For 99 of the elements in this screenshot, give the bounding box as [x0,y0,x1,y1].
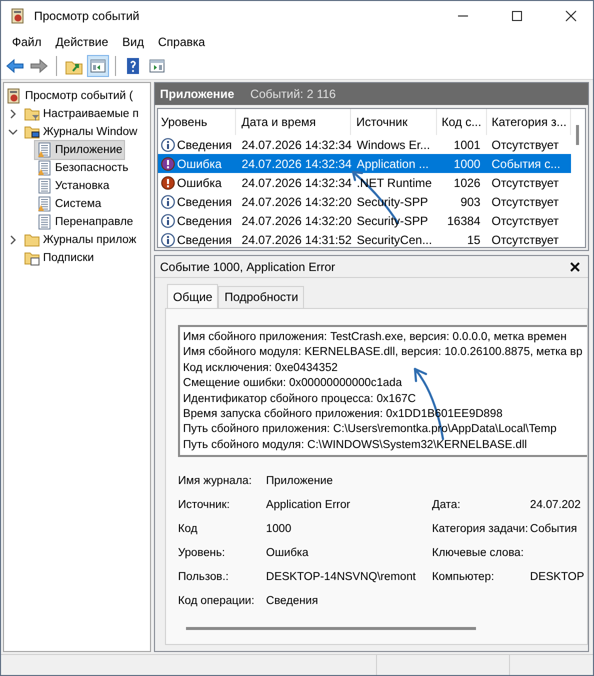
tree-item[interactable]: Установка [34,176,112,196]
description-line: Имя сбойного приложения: TestCrash.exe, версия: 0.0.0.0, метка времен [183,330,568,345]
table-cell-text: 24.07.2026 14:32:20 [240,194,352,208]
field-label: Имя журнала: [178,474,253,490]
maximize-icon[interactable] [511,10,523,22]
tree-item[interactable]: Журналы Window [22,122,140,142]
description-line: Код исключения: 0xe0434352 [183,360,339,376]
table-cell-text: 1026 [452,176,482,190]
table-cell-text: 903 [459,194,482,208]
description-box[interactable] [178,325,587,458]
tree-item[interactable]: Подписки [22,248,97,268]
table-cell-text: Отсутствует [490,194,560,208]
table-cell-text: Windows Er... [356,138,432,152]
scrollbar[interactable] [186,627,476,630]
table-cell-text: Отсутствует [490,232,560,246]
log-title: Приложение [160,87,234,101]
event-row[interactable]: Сведения 24.07.2026 14:32:34 Windows Er... 1001 Отсутствует [158,135,571,154]
tree-item[interactable]: Приложение [34,140,126,160]
field-label: Категория задачи: [432,523,528,536]
description-line: Путь сбойного модуля: C:\WINDOWS\System32\KERNELBASE.dll [183,438,528,453]
field-label: Пользов.: [178,570,230,586]
column-header[interactable]: Уровень [158,109,236,135]
tab[interactable]: Подробности [218,286,304,308]
table-cell-text: Отсутствует [490,138,560,152]
field-value: Application Error [266,499,350,512]
table-cell-text: 24.07.2026 14:32:20 [240,214,352,228]
tab[interactable]: Общие [167,284,218,308]
log-icon [36,196,52,212]
log-icon [36,214,52,230]
field-label: Код [178,522,198,538]
tree-item[interactable]: Система [34,194,104,214]
event-title: Событие 1000, Application Error [160,260,336,274]
console-tree-icon[interactable] [87,55,109,77]
folder-icon [24,106,40,122]
column-header[interactable]: Источник [351,109,437,135]
table-cell-text: 15 [466,232,482,246]
field-value: DESKTOP-14NSVNQ\remont [266,571,416,584]
event-count: Событий: 2 116 [250,87,336,101]
field-value: 1000 [266,523,292,536]
field-label: Код операции: [178,594,256,610]
field-label: Компьютер: [432,571,494,584]
menu-item[interactable]: Справка [151,33,212,51]
window-title: Просмотр событий [34,9,140,23]
chevron-right-icon[interactable] [8,235,18,245]
table-cell-text: Отсутствует [490,214,560,228]
table-cell-text: 1000 [452,156,482,170]
table-cell-text: Application ... [356,156,430,170]
table-cell: Сведения [158,232,237,246]
description-line: Имя сбойного модуля: KERNELBASE.dll, версия: 10.0.26100.8875, метка вр [183,345,584,360]
table-cell: Ошибка [158,176,237,190]
description-line: Смещение ошибки: 0x00000000000c1ada [183,376,403,392]
table-cell-text: 24.07.2026 14:32:34 [240,138,352,152]
viewer-icon [6,88,22,104]
field-value: DESKTOP [530,571,584,584]
table-cell-text: Отсутствует [490,176,560,190]
close-icon[interactable] [570,262,580,272]
description-line: Идентификатор сбойного процесса: 0x167C [183,392,417,407]
menu-item[interactable]: Вид [115,33,151,51]
log-icon [36,142,52,158]
field-value: События [530,523,578,536]
table-cell-text: 24.07.2026 14:32:34 [240,156,352,170]
tree-item[interactable]: Безопасность [34,158,132,178]
close-icon[interactable] [565,10,577,22]
table-cell: Сведения [158,138,237,152]
app-icon [10,8,26,24]
tree-item[interactable]: Перенаправле [34,212,136,232]
subscription-icon [24,250,40,266]
chevron-right-icon[interactable] [8,109,18,119]
chevron-down-icon[interactable] [8,127,18,137]
table-cell-text: 1001 [452,138,482,152]
log-icon [36,178,52,194]
table-cell: Сведения [158,194,237,208]
menu-item[interactable]: Файл [5,33,49,51]
column-header[interactable]: Дата и время [236,109,352,135]
event-row[interactable]: Сведения 24.07.2026 14:31:52 SecurityCen... 15 Отсутствует [158,230,571,247]
table-cell-text: 24.07.2026 14:32:34 [240,176,352,190]
folder-icon [24,232,40,248]
field-label: Источник: [178,498,231,514]
column-header[interactable]: Код с... [436,109,487,135]
field-value: Ошибка [266,547,308,560]
table-cell: Сведения [158,214,237,228]
tree-item[interactable]: Журналы прилож [22,230,140,250]
menu-item[interactable]: Действие [48,33,116,51]
table-cell-text: События с... [490,156,562,170]
field-label: Ключевые слова: [432,547,524,560]
table-cell: Ошибка [158,156,237,170]
field-label: Дата: [432,499,460,512]
field-label: Уровень: [178,546,226,562]
tree-item[interactable]: Настраиваемые п [22,104,142,124]
field-value: Приложение [266,475,333,488]
table-cell-text: 24.07.2026 14:31:52 [240,232,352,246]
event-row[interactable]: Ошибка 24.07.2026 14:32:34 Application ... 1000 События с... [158,154,571,173]
table-cell-text: 16384 [446,214,482,228]
field-value: 24.07.202 [530,499,581,512]
folder-icon [24,124,40,140]
tree-item[interactable]: Просмотр событий ( [4,86,136,106]
field-value: Сведения [266,595,318,608]
log-icon [36,160,52,176]
table-cell-text: SecurityCen... [356,232,434,246]
